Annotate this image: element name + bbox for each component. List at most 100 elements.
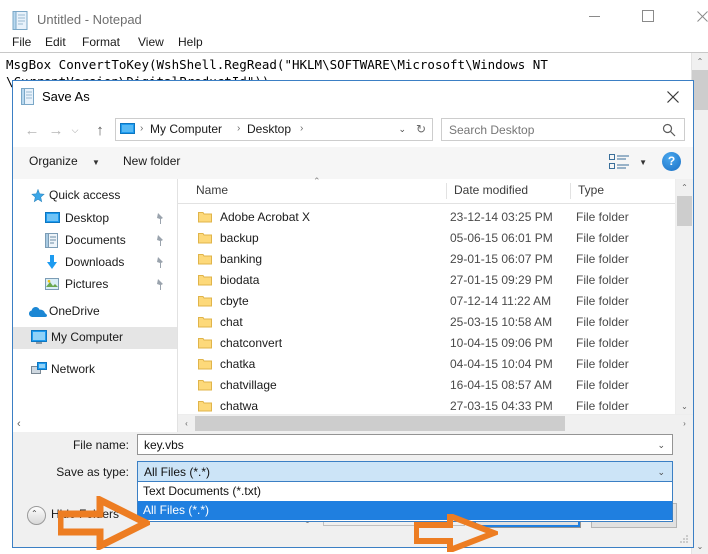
view-mode-icon[interactable] xyxy=(609,154,631,171)
scroll-down-icon[interactable]: ⌄ xyxy=(676,398,693,415)
sidebar-item-label: Quick access xyxy=(49,188,121,202)
column-divider[interactable] xyxy=(446,183,447,199)
chevron-down-icon[interactable]: ⌄ xyxy=(398,124,406,135)
table-row[interactable]: chatconvert 10-04-15 09:06 PM File folde… xyxy=(178,333,675,354)
menu-file[interactable]: File xyxy=(8,34,35,50)
file-name: chatwa xyxy=(220,399,259,413)
menu-edit[interactable]: Edit xyxy=(41,34,70,50)
chevron-down-icon[interactable]: ⌄ xyxy=(657,467,665,478)
file-type: File folder xyxy=(576,252,629,266)
breadcrumb-desktop[interactable]: Desktop xyxy=(247,122,291,136)
menu-format[interactable]: Format xyxy=(78,34,124,50)
file-name: backup xyxy=(220,231,259,245)
dialog-close-button[interactable] xyxy=(661,86,685,108)
breadcrumb-my-computer[interactable]: My Computer xyxy=(150,122,222,136)
file-name-label: File name: xyxy=(72,438,129,452)
breadcrumb-separator: › xyxy=(237,123,241,134)
resize-grip-icon[interactable] xyxy=(679,534,689,544)
menu-view[interactable]: View xyxy=(134,34,168,50)
file-date: 27-01-15 09:29 PM xyxy=(450,273,553,287)
table-row[interactable]: cbyte 07-12-14 11:22 AM File folder xyxy=(178,291,675,312)
search-box[interactable]: Search Desktop xyxy=(441,118,685,141)
table-row[interactable]: banking 29-01-15 06:07 PM File folder xyxy=(178,249,675,270)
file-type: File folder xyxy=(576,273,629,287)
chevron-down-icon[interactable]: ▼ xyxy=(92,158,100,167)
scrollbar-thumb[interactable] xyxy=(692,70,708,110)
sidebar-item-quick-access[interactable]: Quick access xyxy=(13,185,177,207)
file-name-value: key.vbs xyxy=(144,438,184,452)
column-header-type[interactable]: Type xyxy=(578,183,604,197)
dialog-titlebar: Save As xyxy=(13,81,693,113)
scroll-right-icon[interactable]: › xyxy=(676,415,693,432)
save-as-type-combobox[interactable]: All Files (*.*) ⌄ xyxy=(137,461,673,482)
menu-help[interactable]: Help xyxy=(174,34,207,50)
sidebar-item-my-computer[interactable]: My Computer xyxy=(13,327,177,349)
back-button[interactable]: ← xyxy=(21,119,43,141)
file-date: 10-04-15 09:06 PM xyxy=(450,336,553,350)
pin-icon[interactable] xyxy=(155,235,165,247)
file-list: ⌃ Name Date modified Type Adobe Acrobat … xyxy=(178,176,693,432)
table-row[interactable]: chat 25-03-15 10:58 AM File folder xyxy=(178,312,675,333)
table-row[interactable]: chatvillage 16-04-15 08:57 AM File folde… xyxy=(178,375,675,396)
column-header-name[interactable]: Name xyxy=(196,183,228,197)
table-row[interactable]: chatka 04-04-15 10:04 PM File folder xyxy=(178,354,675,375)
file-date: 29-01-15 06:07 PM xyxy=(450,252,553,266)
file-name-input[interactable]: key.vbs ⌄ xyxy=(137,434,673,455)
file-type: File folder xyxy=(576,336,629,350)
recent-locations-button[interactable]: ⌵ xyxy=(67,119,83,141)
file-date: 27-03-15 04:33 PM xyxy=(450,399,553,413)
column-header-date-modified[interactable]: Date modified xyxy=(454,183,528,197)
scroll-up-icon[interactable]: ⌃ xyxy=(692,53,708,69)
dropdown-option-all-files[interactable]: All Files (*.*) xyxy=(138,501,672,520)
minimize-button[interactable] xyxy=(571,0,617,32)
scroll-down-icon[interactable]: ⌄ xyxy=(692,538,708,554)
help-button[interactable]: ? xyxy=(662,152,681,171)
refresh-icon[interactable]: ↻ xyxy=(416,122,426,136)
table-row[interactable]: biodata 27-01-15 09:29 PM File folder xyxy=(178,270,675,291)
forward-button[interactable]: → xyxy=(45,119,67,141)
close-button[interactable] xyxy=(679,0,708,32)
pin-icon[interactable] xyxy=(155,213,165,225)
file-date: 25-03-15 10:58 AM xyxy=(450,315,553,329)
file-list-vertical-scrollbar[interactable]: ⌃ ⌄ xyxy=(675,179,693,415)
folder-icon xyxy=(198,233,212,244)
column-divider[interactable] xyxy=(570,183,571,199)
scroll-left-icon[interactable]: ‹ xyxy=(178,415,195,432)
address-bar[interactable]: › My Computer › Desktop › ⌄ ↻ xyxy=(115,118,433,141)
sidebar-item-pictures[interactable]: Pictures xyxy=(13,274,177,296)
up-button[interactable]: ↑ xyxy=(89,119,111,141)
table-row[interactable]: Adobe Acrobat X 23-12-14 03:25 PM File f… xyxy=(178,207,675,228)
search-icon xyxy=(662,123,676,137)
maximize-button[interactable] xyxy=(625,0,671,32)
new-folder-button[interactable]: New folder xyxy=(123,154,180,168)
scrollbar-thumb[interactable] xyxy=(677,196,692,226)
pin-icon[interactable] xyxy=(155,279,165,291)
chevron-down-icon[interactable]: ▼ xyxy=(639,158,647,167)
search-placeholder: Search Desktop xyxy=(449,123,535,137)
file-list-header: ⌃ Name Date modified Type xyxy=(178,176,693,204)
folder-icon xyxy=(198,317,212,328)
sidebar-item-downloads[interactable]: Downloads xyxy=(13,252,177,274)
sidebar-collapse-icon[interactable]: ‹ xyxy=(17,418,21,430)
arrow-to-save-button xyxy=(414,514,498,552)
sidebar-item-label: Pictures xyxy=(65,277,109,291)
dropdown-option-text-documents[interactable]: Text Documents (*.txt) xyxy=(138,482,672,501)
file-type: File folder xyxy=(576,399,629,413)
pin-icon[interactable] xyxy=(155,257,165,269)
scroll-up-icon[interactable]: ⌃ xyxy=(676,179,693,196)
sidebar-item-documents[interactable]: Documents xyxy=(13,230,177,252)
file-name: cbyte xyxy=(220,294,249,308)
scrollbar-thumb[interactable] xyxy=(195,416,565,431)
table-row[interactable]: backup 05-06-15 06:01 PM File folder xyxy=(178,228,675,249)
sidebar-item-network[interactable]: Network xyxy=(13,359,177,381)
file-list-horizontal-scrollbar[interactable]: ‹ › xyxy=(178,414,693,432)
chevron-down-icon[interactable]: ⌄ xyxy=(657,440,665,451)
sidebar-item-desktop[interactable]: Desktop xyxy=(13,208,177,230)
sidebar-item-onedrive[interactable]: OneDrive xyxy=(13,301,177,323)
dialog-body: Quick access Desktop Documents Downloads… xyxy=(13,176,693,432)
downloads-icon xyxy=(47,255,57,269)
folder-icon xyxy=(198,275,212,286)
close-icon xyxy=(696,10,708,22)
save-as-type-dropdown[interactable]: Text Documents (*.txt) All Files (*.*) xyxy=(137,482,673,522)
organize-button[interactable]: Organize xyxy=(29,154,78,168)
